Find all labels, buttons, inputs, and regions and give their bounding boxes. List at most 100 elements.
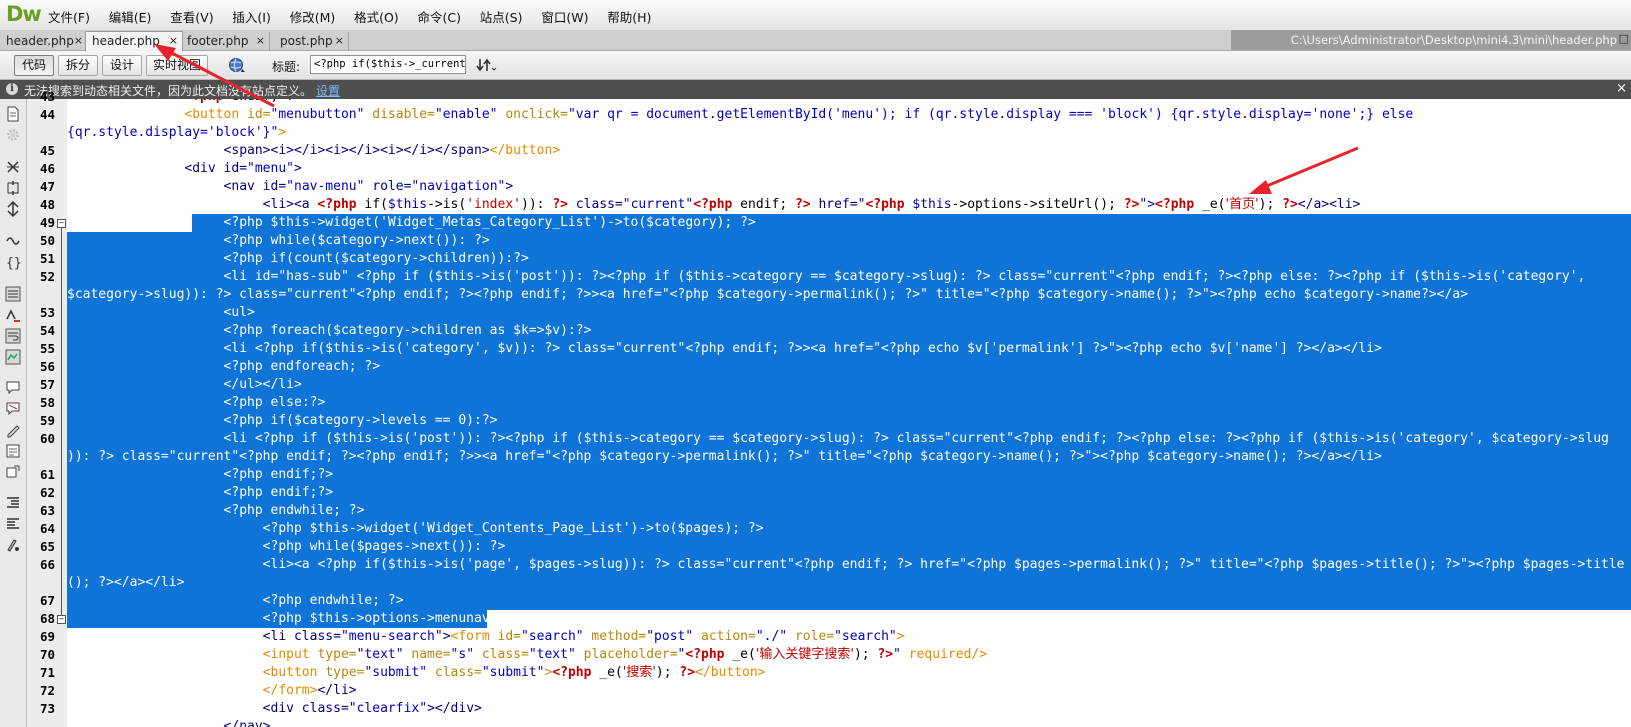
code-line[interactable]: <button type="submit" class="submit"><?p… <box>67 664 1631 682</box>
code-token: > <box>896 629 905 644</box>
code-line[interactable]: <?php endif;?> <box>67 484 1631 502</box>
select-parent-icon[interactable] <box>5 233 21 249</box>
code-line[interactable]: <?php endwhile; ?> <box>67 592 1631 610</box>
globe-icon[interactable] <box>228 56 247 74</box>
split-view-button[interactable]: 拆分 <box>58 55 98 76</box>
code-token: </button> <box>489 143 561 158</box>
code-line[interactable]: )): ?> class="current"<?php endif; ?><?p… <box>67 448 1631 466</box>
menu-edit[interactable]: 编辑(E) <box>109 6 152 27</box>
word-wrap-icon[interactable] <box>5 328 21 344</box>
code-line[interactable]: {qr.style.display='block'}"> <box>67 124 1631 142</box>
fold-toggle-icon[interactable]: − <box>57 615 66 624</box>
code-line[interactable]: <li <?php if($this->is('category', $v)):… <box>67 340 1631 358</box>
highlight-invalid-icon[interactable] <box>5 307 21 323</box>
code-line[interactable]: <?php endif; ?> <box>67 99 1631 106</box>
code-line[interactable]: <?php while($category->next()): ?> <box>67 232 1631 250</box>
file-icon[interactable] <box>5 106 21 122</box>
code-line[interactable]: <li class="menu-search"><form id="search… <box>67 628 1631 646</box>
tab-header-php-1[interactable]: header.php × <box>0 32 88 50</box>
tab-footer-php[interactable]: footer.php × <box>181 32 270 50</box>
menu-insert[interactable]: 插入(I) <box>232 6 270 27</box>
collapse-tag-icon[interactable] <box>5 159 21 175</box>
indent-icon[interactable] <box>5 495 21 511</box>
code-line[interactable]: </form></li> <box>67 682 1631 700</box>
code-token: endif; <box>732 197 795 212</box>
code-line[interactable]: <?php $this->options->menunav() ?> <box>67 610 1631 628</box>
code-line[interactable]: </nav> <box>67 718 1631 727</box>
code-line[interactable]: <?php while($pages->next()): ?> <box>67 538 1631 556</box>
menu-window[interactable]: 窗口(W) <box>541 6 588 27</box>
wrap-tag-icon[interactable] <box>5 422 21 438</box>
code-token: "search" <box>834 629 897 644</box>
fold-toggle-icon[interactable]: − <box>57 219 66 228</box>
live-view-button[interactable]: 实时视图 <box>146 55 208 76</box>
remove-comment-icon[interactable] <box>5 401 21 417</box>
code-line[interactable]: <?php if(count($category->children)):?> <box>67 250 1631 268</box>
tab-post-php[interactable]: post.php × <box>274 32 349 50</box>
code-view-button[interactable]: 代码 <box>14 55 54 76</box>
syntax-coloring-icon[interactable] <box>5 349 21 365</box>
code-token: <?php if($category->levels == 0):?> <box>223 413 498 428</box>
design-view-button[interactable]: 设计 <box>102 55 142 76</box>
format-source-icon[interactable] <box>5 537 21 553</box>
code-line[interactable]: <?php $this->widget('Widget_Contents_Pag… <box>67 520 1631 538</box>
code-line[interactable]: <?php else:?> <box>67 394 1631 412</box>
menu-help[interactable]: 帮助(H) <box>607 6 651 27</box>
code-token: "clearfix" <box>348 701 428 716</box>
outdent-icon[interactable] <box>5 516 21 532</box>
line-number: 73 <box>39 701 55 716</box>
tab-close-icon[interactable]: × <box>256 32 265 50</box>
balance-braces-icon[interactable]: {} <box>5 254 21 270</box>
code-line[interactable]: $category->slug)): ?> class="current"<?p… <box>67 286 1631 304</box>
code-line[interactable]: <?php $this->widget('Widget_Metas_Catego… <box>67 214 1631 232</box>
restore-icon[interactable]: □ <box>1619 32 1629 45</box>
file-management-icon[interactable] <box>475 56 497 74</box>
menu-view[interactable]: 查看(V) <box>170 6 213 27</box>
tab-close-icon[interactable]: × <box>335 32 344 50</box>
recent-snippets-icon[interactable] <box>5 443 21 459</box>
code-line[interactable]: <button id="menubutton" disable="enable"… <box>67 106 1631 124</box>
expand-all-icon[interactable] <box>5 201 21 217</box>
code-line[interactable]: <ul> <box>67 304 1631 322</box>
menu-file[interactable]: 文件(F) <box>48 6 90 27</box>
code-token: "menu-search" <box>340 629 443 644</box>
move-css-icon[interactable] <box>5 464 21 480</box>
code-line[interactable]: <?php endforeach; ?> <box>67 358 1631 376</box>
collapse-selection-icon[interactable] <box>5 180 21 196</box>
menu-format[interactable]: 格式(O) <box>354 6 399 27</box>
code-line[interactable]: <?php endwhile; ?> <box>67 502 1631 520</box>
apply-comment-icon[interactable] <box>5 380 21 396</box>
tab-close-icon[interactable]: × <box>74 32 83 50</box>
code-line[interactable]: <li><a <?php if($this->is('page', $pages… <box>67 556 1631 574</box>
code-line[interactable]: </ul></li> <box>67 376 1631 394</box>
tab-header-php-2[interactable]: header.php × <box>85 31 183 51</box>
code-line[interactable]: <div id="menu"> <box>67 160 1631 178</box>
code-line[interactable]: <li id="has-sub" <?php if ($this->is('po… <box>67 268 1631 286</box>
code-line[interactable]: <nav id="nav-menu" role="navigation"> <box>67 178 1631 196</box>
code-line[interactable]: <div class="clearfix"></div> <box>67 700 1631 718</box>
line-number: 43 <box>39 89 55 104</box>
code-line[interactable]: <input type="text" name="s" class="text"… <box>67 646 1631 664</box>
code-editor[interactable]: <?php endif; ?> <button id="menubutton" … <box>67 99 1631 727</box>
line-number: 59 <box>39 413 55 428</box>
close-icon[interactable]: × <box>1616 81 1627 96</box>
code-token: role= <box>787 629 835 644</box>
code-line[interactable]: <?php endif;?> <box>67 466 1631 484</box>
line-numbers-icon[interactable] <box>5 286 21 302</box>
code-line[interactable]: (); ?></a></li> <box>67 574 1631 592</box>
menu-site[interactable]: 站点(S) <box>480 6 523 27</box>
menu-commands[interactable]: 命令(C) <box>417 6 460 27</box>
title-input[interactable]: <?php if($this->_currentP <box>310 55 466 74</box>
code-line[interactable]: <?php foreach($category->children as $k=… <box>67 322 1631 340</box>
code-line[interactable]: <li <?php if ($this->is('post')): ?><?ph… <box>67 430 1631 448</box>
code-line[interactable]: <li><a <?php if($this->is('index')): ?> … <box>67 196 1631 214</box>
setup-link[interactable]: 设置 <box>316 84 340 98</box>
code-token: href= <box>810 197 858 212</box>
tab-close-icon[interactable]: × <box>169 32 178 50</box>
code-line[interactable]: <span><i></i><i></i><i></i></span></butt… <box>67 142 1631 160</box>
menu-modify[interactable]: 修改(M) <box>290 6 336 27</box>
code-line[interactable]: <?php if($category->levels == 0):?> <box>67 412 1631 430</box>
gear-icon[interactable] <box>5 127 21 143</box>
